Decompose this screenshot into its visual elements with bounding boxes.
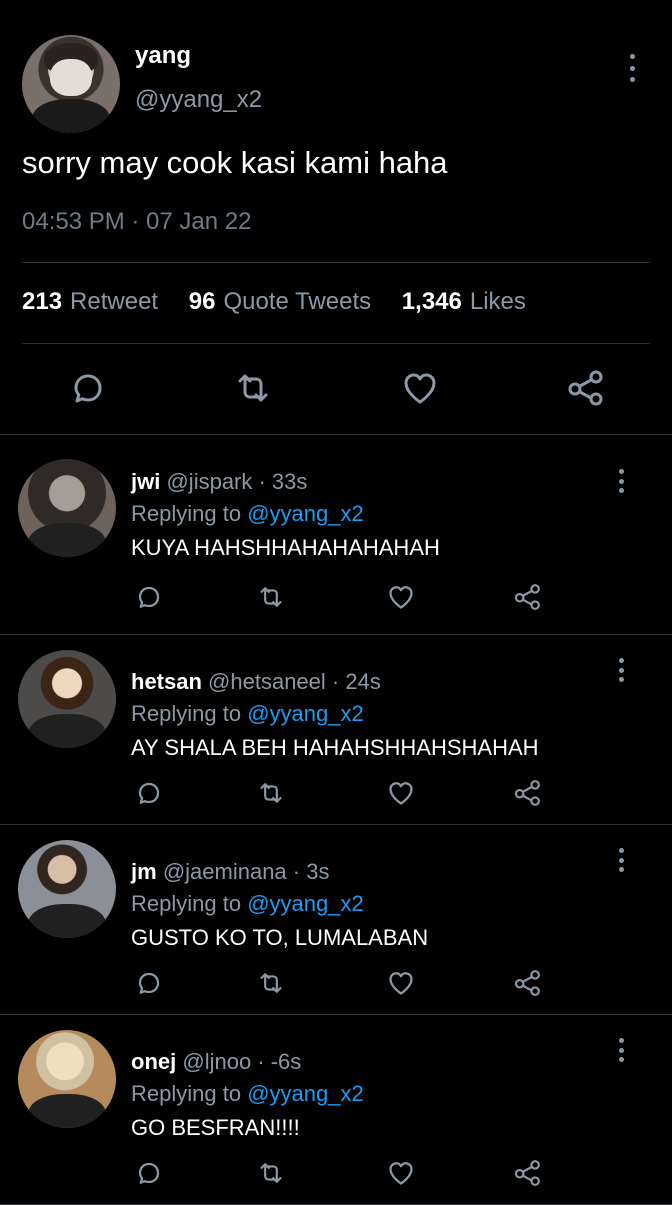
retweet-icon[interactable] [255, 1158, 287, 1188]
reply-display-name[interactable]: jwi [131, 469, 160, 494]
reply-icon[interactable] [134, 968, 164, 998]
more-icon[interactable] [616, 848, 626, 872]
reply-tweet[interactable]: hetsan @hetsaneel · 24s Replying to @yya… [0, 634, 672, 825]
more-icon[interactable] [616, 658, 626, 682]
engagement-stats: 213 Retweet 96 Quote Tweets 1,346 Likes [22, 288, 526, 316]
like-icon[interactable] [386, 778, 416, 808]
more-icon[interactable] [627, 54, 637, 82]
reply-actions [134, 968, 546, 1006]
more-icon[interactable] [616, 1038, 626, 1062]
reply-header: hetsan @hetsaneel · 24s [131, 669, 381, 695]
divider [22, 343, 650, 344]
share-icon[interactable] [513, 968, 544, 998]
reply-header: jm @jaeminana · 3s [131, 859, 329, 885]
share-icon[interactable] [513, 1158, 544, 1188]
reply-avatar[interactable] [18, 459, 116, 557]
quote-label[interactable]: Quote Tweets [223, 288, 371, 315]
like-icon[interactable] [386, 1158, 416, 1188]
replying-to: Replying to @yyang_x2 [131, 501, 364, 527]
reply-avatar[interactable] [18, 840, 116, 938]
avatar-shirt [31, 98, 111, 133]
tweet-timestamp[interactable]: 04:53 PM · 07 Jan 22 [22, 208, 251, 236]
main-handle[interactable]: @yyang_x2 [135, 86, 262, 114]
main-tweet: yang @yyang_x2 sorry may cook kasi kami … [0, 0, 672, 435]
quote-count[interactable]: 96 [189, 288, 216, 315]
reply-actions [134, 778, 546, 816]
avatar-face [50, 58, 92, 96]
avatar-shirt [27, 522, 107, 557]
mention-link[interactable]: @yyang_x2 [247, 1081, 364, 1106]
replying-to: Replying to @yyang_x2 [131, 891, 364, 917]
reply-icon[interactable] [134, 582, 164, 612]
reply-text: GUSTO KO TO, LUMALABAN [131, 925, 429, 950]
share-icon[interactable] [513, 582, 544, 612]
reply-handle-time[interactable]: @jaeminana · 3s [163, 859, 330, 884]
replying-to: Replying to @yyang_x2 [131, 1081, 364, 1107]
reply-icon[interactable] [134, 1158, 164, 1188]
like-icon[interactable] [400, 368, 440, 408]
retweet-icon[interactable] [255, 968, 287, 998]
mention-link[interactable]: @yyang_x2 [247, 501, 364, 526]
divider [22, 262, 650, 263]
retweet-icon[interactable] [231, 368, 275, 408]
replying-prefix: Replying to [131, 1081, 242, 1106]
reply-text: GO BESFRAN!!!! [131, 1115, 300, 1140]
main-avatar[interactable] [22, 35, 120, 133]
reply-handle-time[interactable]: @ljnoo · -6s [182, 1049, 301, 1074]
reply-tweet[interactable]: jwi @jispark · 33s Replying to @yyang_x2… [0, 434, 672, 635]
reply-avatar[interactable] [18, 650, 116, 748]
reply-handle-time[interactable]: @hetsaneel · 24s [208, 669, 381, 694]
share-icon[interactable] [513, 778, 544, 808]
replying-prefix: Replying to [131, 891, 242, 916]
mention-link[interactable]: @yyang_x2 [247, 701, 364, 726]
mention-link[interactable]: @yyang_x2 [247, 891, 364, 916]
reply-text: AY SHALA BEH HAHAHSHHAHSHAHAH [131, 735, 539, 760]
tweet-text: sorry may cook kasi kami haha [22, 145, 448, 180]
reply-handle-time[interactable]: @jispark · 33s [166, 469, 307, 494]
avatar-shirt [27, 1093, 107, 1128]
like-count[interactable]: 1,346 [402, 288, 462, 315]
reply-actions [134, 582, 546, 620]
reply-tweet[interactable]: onej @ljnoo · -6s Replying to @yyang_x2 … [0, 1014, 672, 1205]
reply-actions [134, 1158, 546, 1196]
reply-display-name[interactable]: hetsan [131, 669, 202, 694]
reply-text: KUYA HAHSHHAHAHAHAHAH [131, 535, 440, 560]
replying-to: Replying to @yyang_x2 [131, 701, 364, 727]
avatar-shirt [27, 713, 107, 748]
like-label[interactable]: Likes [470, 288, 526, 315]
avatar-shirt [27, 903, 107, 938]
reply-display-name[interactable]: onej [131, 1049, 176, 1074]
retweet-label[interactable]: Retweet [70, 288, 158, 315]
reply-icon[interactable] [134, 778, 164, 808]
share-icon[interactable] [566, 368, 608, 408]
more-icon[interactable] [616, 469, 626, 493]
like-icon[interactable] [386, 968, 416, 998]
reply-tweet[interactable]: jm @jaeminana · 3s Replying to @yyang_x2… [0, 824, 672, 1015]
retweet-count[interactable]: 213 [22, 288, 62, 315]
main-actions [68, 368, 613, 410]
replying-prefix: Replying to [131, 501, 242, 526]
reply-header: jwi @jispark · 33s [131, 469, 307, 495]
reply-header: onej @ljnoo · -6s [131, 1049, 301, 1075]
reply-avatar[interactable] [18, 1030, 116, 1128]
main-display-name[interactable]: yang [135, 42, 191, 70]
replying-prefix: Replying to [131, 701, 242, 726]
like-icon[interactable] [386, 582, 416, 612]
retweet-icon[interactable] [255, 582, 287, 612]
retweet-icon[interactable] [255, 778, 287, 808]
reply-icon[interactable] [68, 368, 108, 408]
reply-display-name[interactable]: jm [131, 859, 157, 884]
